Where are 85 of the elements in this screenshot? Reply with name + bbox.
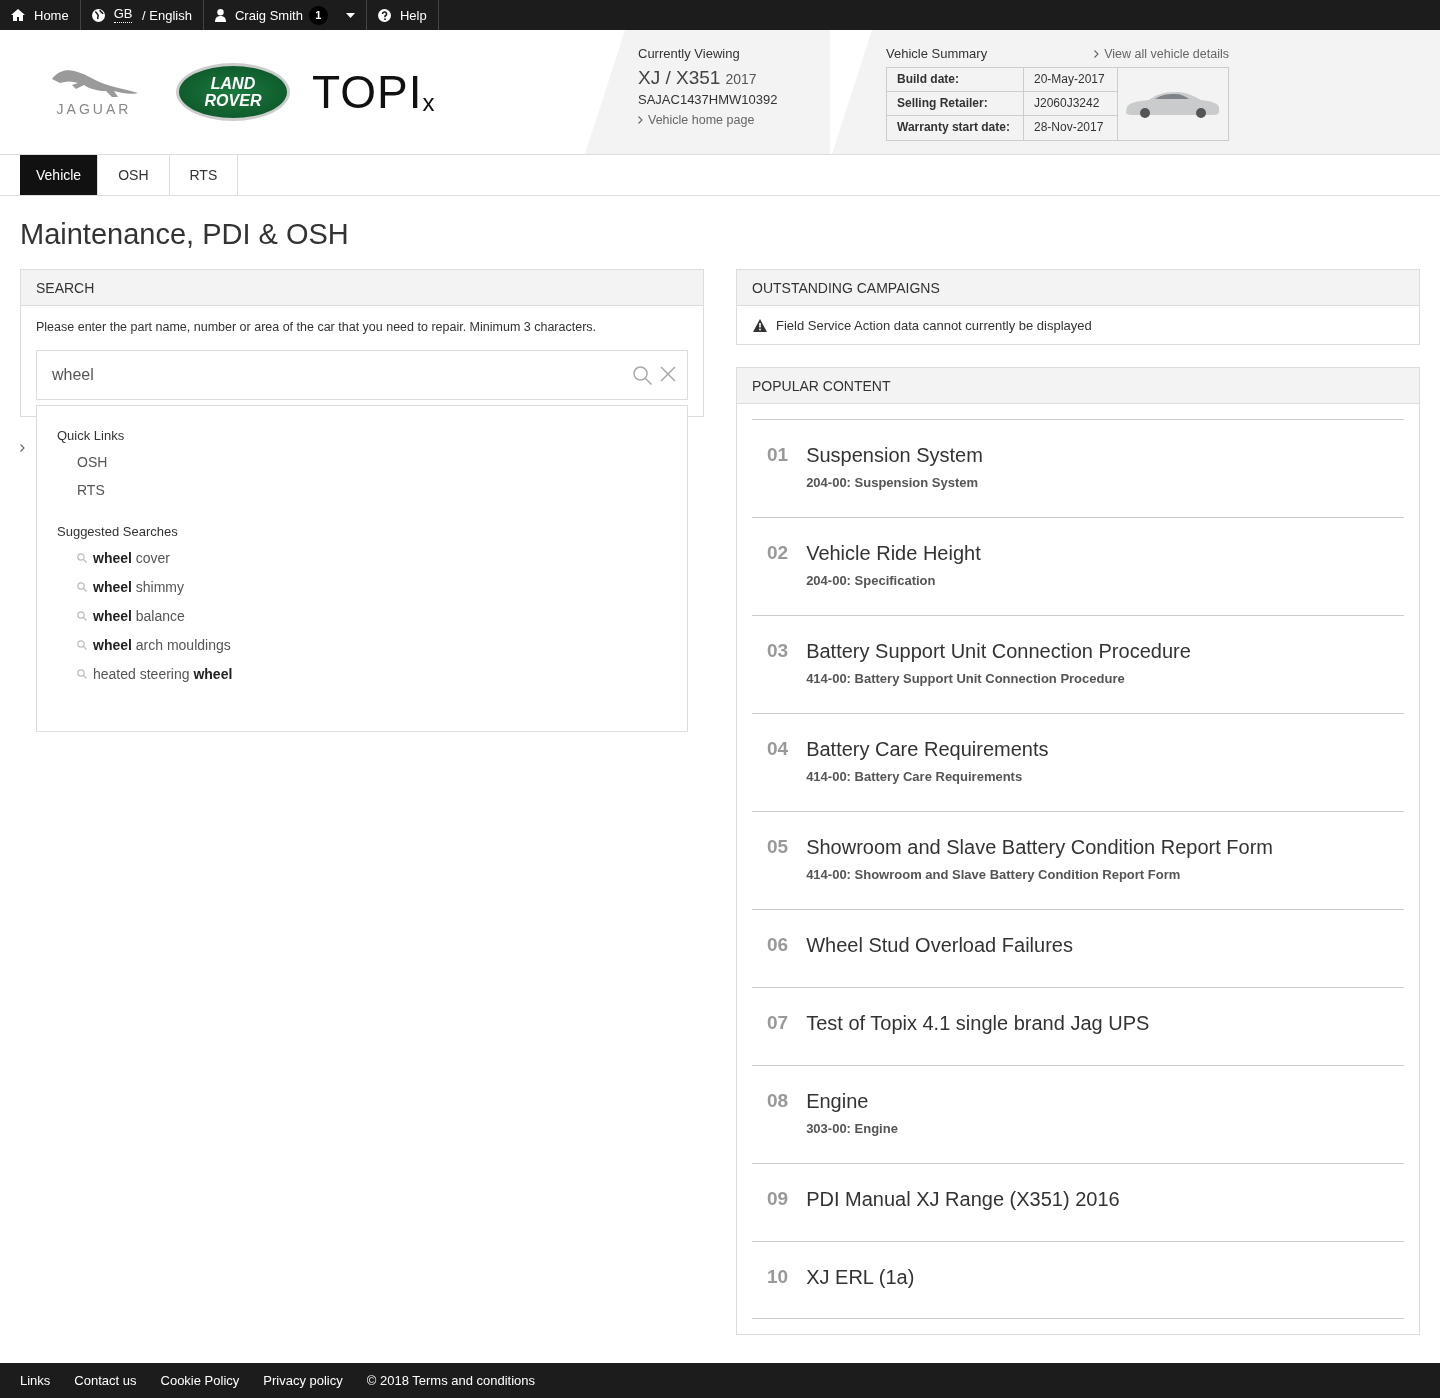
user-menu[interactable]: Craig Smith 1: [203, 0, 367, 30]
warning-icon: [753, 319, 767, 332]
search-icon: [77, 582, 87, 592]
panel-header: OUTSTANDING CAMPAIGNS: [737, 270, 1419, 306]
item-number: 02: [767, 542, 789, 565]
topix-logo: TOPI x: [312, 69, 435, 115]
vin-number: SAJAC1437HMW10392: [638, 92, 779, 107]
vehicle-year: 2017: [725, 71, 757, 87]
quick-link[interactable]: RTS: [57, 482, 105, 498]
search-field[interactable]: wheel: [36, 350, 688, 400]
item-number: 07: [767, 1012, 789, 1035]
section-heading: Quick Links: [57, 428, 126, 443]
suggestion-link[interactable]: heated steering wheel: [93, 666, 233, 682]
content-section: 414-00: Battery Care Requirements: [806, 769, 1049, 784]
help-icon: [377, 8, 391, 22]
panel-heading: Vehicle Summary: [886, 46, 988, 61]
content-link[interactable]: PDI Manual XJ Range (X351) 2016: [806, 1188, 1120, 1211]
content-section: 414-00: Showroom and Slave Battery Condition Report Form: [806, 867, 1274, 882]
vehicle-model: XJ / X351: [638, 67, 721, 89]
content-link[interactable]: Engine: [806, 1090, 898, 1113]
search-icon: [77, 669, 87, 679]
tab[interactable]: Vehicle: [20, 155, 99, 195]
item-number: 03: [767, 640, 789, 663]
panel-header: SEARCH: [21, 270, 703, 306]
section-heading: Suggested Searches: [57, 524, 179, 539]
suggestion-link[interactable]: wheel cover: [93, 550, 171, 566]
panel-header: POPULAR CONTENT: [737, 368, 1419, 404]
summary-label: Selling Retailer:: [887, 92, 1024, 116]
summary-label: Build date:: [887, 68, 1024, 92]
footer-link[interactable]: © 2018 Terms and conditions: [366, 1373, 536, 1388]
search-icon: [77, 611, 87, 621]
content-link[interactable]: Battery Care Requirements: [806, 738, 1049, 761]
content-link[interactable]: Battery Support Unit Connection Procedure: [806, 640, 1191, 663]
summary-value: 28-Nov-2017: [1024, 116, 1118, 140]
content-link[interactable]: Suspension System: [806, 444, 983, 467]
item-number: 08: [767, 1090, 789, 1113]
content-link[interactable]: Showroom and Slave Battery Condition Report Form: [806, 836, 1274, 859]
item-number: 06: [767, 934, 789, 957]
vehicle-home-link[interactable]: Vehicle home page: [648, 113, 755, 127]
item-number: 05: [767, 836, 789, 859]
warning-message: Field Service Action data cannot currently be displayed: [776, 318, 1092, 333]
footer-link[interactable]: Privacy policy: [263, 1373, 343, 1388]
search-icon: [633, 366, 652, 385]
chevron-icon: [20, 444, 25, 452]
search-icon: [77, 640, 87, 650]
suggestion-link[interactable]: wheel balance: [93, 608, 185, 624]
notification-badge: 1: [308, 5, 328, 25]
user-icon: [214, 8, 226, 22]
language-link[interactable]: GB / English: [80, 0, 204, 30]
caret-icon: [345, 12, 355, 18]
footer-link[interactable]: Links: [20, 1373, 51, 1388]
instruction-text: Please enter the part name, number or area of the car that you need to repair. Minimum 3 characters.: [36, 320, 598, 334]
chevron-icon: [638, 116, 643, 124]
search-icon: [77, 553, 87, 563]
footer-link[interactable]: Contact us: [74, 1373, 137, 1388]
content-link[interactable]: Vehicle Ride Height: [806, 542, 981, 565]
land-rover-logo: LAND ROVER: [176, 63, 290, 121]
chevron-icon: [1094, 50, 1100, 58]
quick-link[interactable]: OSH: [57, 454, 108, 470]
jaguar-wordmark: JAGUAR: [56, 101, 132, 117]
content-section: 204-00: Suspension System: [806, 475, 983, 490]
suggestion-link[interactable]: wheel arch mouldings: [93, 637, 231, 653]
content-section: 303-00: Engine: [806, 1121, 898, 1136]
item-number: 01: [767, 444, 789, 467]
close-icon: [660, 366, 676, 382]
summary-value: 20-May-2017: [1024, 68, 1118, 92]
content-section: 414-00: Battery Support Unit Connection Procedure: [806, 671, 1191, 686]
summary-label: Warranty start date:: [887, 116, 1024, 140]
suggestion-link[interactable]: wheel shimmy: [93, 579, 185, 595]
footer-link[interactable]: Cookie Policy: [160, 1373, 240, 1388]
help-link[interactable]: Help: [366, 0, 439, 30]
content-link[interactable]: XJ ERL (1a): [806, 1266, 915, 1289]
content-link[interactable]: Wheel Stud Overload Failures: [806, 934, 1073, 957]
item-number: 10: [767, 1266, 789, 1289]
content-section: 204-00: Specification: [806, 573, 981, 588]
item-number: 04: [767, 738, 789, 761]
home-link[interactable]: Home: [0, 0, 81, 30]
item-number: 09: [767, 1188, 789, 1211]
page-title: Maintenance, PDI & OSH: [20, 218, 350, 251]
home-icon: [11, 9, 25, 21]
globe-icon: [91, 8, 105, 22]
content-link[interactable]: Test of Topix 4.1 single brand Jag UPS: [806, 1012, 1150, 1035]
vehicle-details-link[interactable]: View all vehicle details: [1104, 47, 1229, 61]
panel-heading: Currently Viewing: [638, 46, 741, 61]
summary-value: J2060J3242: [1024, 92, 1118, 116]
